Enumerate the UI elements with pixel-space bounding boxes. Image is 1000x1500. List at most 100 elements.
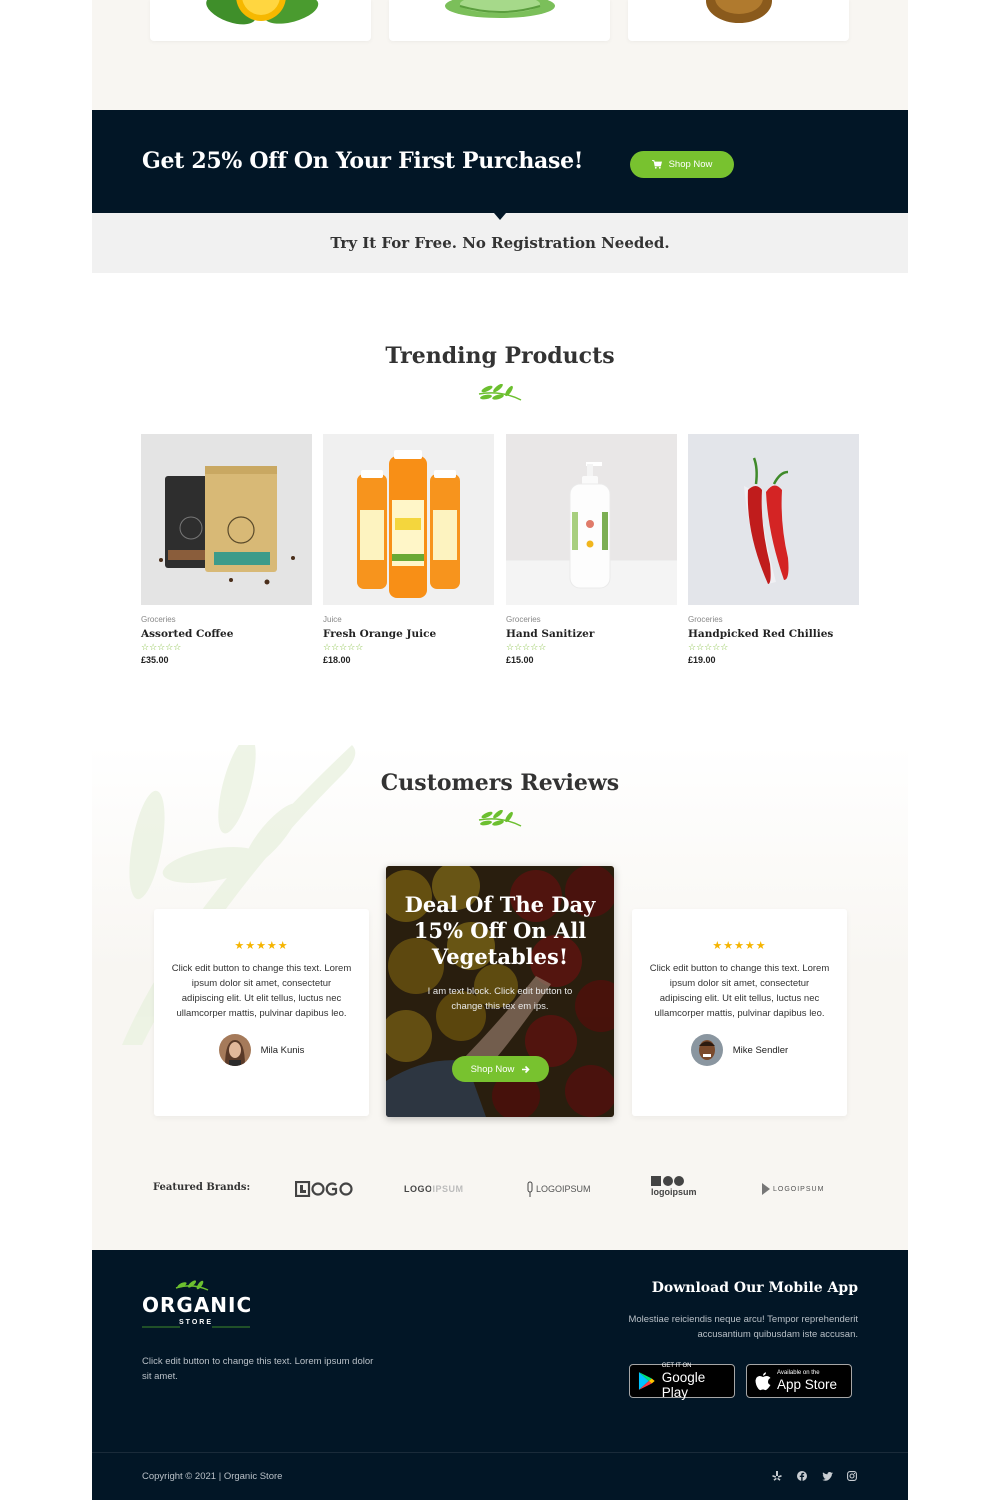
product-card[interactable]: Groceries Hand Sanitizer ☆☆☆☆☆ £15.00 <box>506 434 677 665</box>
review-author-name: Mila Kunis <box>260 1044 305 1056</box>
product-category: Groceries <box>688 615 723 624</box>
instagram-icon[interactable] <box>846 1470 858 1482</box>
avatar <box>690 1034 723 1066</box>
logo-brand-1 <box>295 1181 353 1197</box>
twitter-icon[interactable] <box>821 1470 833 1482</box>
copyright-text: Copyright © 2021 | Organic Store <box>142 1471 283 1482</box>
promo-shop-now-button[interactable]: Shop Now <box>630 151 734 178</box>
product-category: Groceries <box>141 615 176 624</box>
brand-logo[interactable] <box>295 1176 353 1202</box>
product-card[interactable]: Groceries Handpicked Red Chillies ☆☆☆☆☆ … <box>688 434 859 665</box>
product-rating: ☆☆☆☆☆ <box>323 642 364 652</box>
footer: ORGANIC STORE Click edit button to chang… <box>92 1250 908 1500</box>
lettuce-image <box>444 0 555 18</box>
review-text: Click edit button to change this text. L… <box>171 963 352 1019</box>
brand-logo[interactable]: LOGOIPSUM <box>527 1176 591 1202</box>
reviews-title: Customers Reviews <box>380 770 620 796</box>
brand-logo[interactable]: LOGOIPSUM <box>404 1176 464 1202</box>
footer-logo[interactable]: ORGANIC STORE <box>142 1280 253 1330</box>
arrow-right-icon <box>522 1065 531 1073</box>
category-card-honey[interactable] <box>628 0 849 41</box>
google-play-icon <box>638 1372 655 1390</box>
review-card: ★★★★★ Click edit button to change this t… <box>632 909 847 1116</box>
review-stars: ★★★★★ <box>234 940 289 952</box>
deal-button-label: Shop Now <box>470 1063 515 1075</box>
product-image-sanitizer[interactable] <box>506 434 677 605</box>
deal-title-line: Vegetables! <box>431 944 569 969</box>
app-download-title: Download Our Mobile App <box>651 1280 858 1296</box>
google-play-button[interactable]: GET IT ON Google Play <box>629 1362 735 1400</box>
category-card-lettuce[interactable] <box>389 0 610 41</box>
featured-brands-label: Featured Brands: <box>153 1182 251 1193</box>
product-category: Juice <box>323 615 342 624</box>
honey-jar-image <box>705 0 772 23</box>
product-rating: ☆☆☆☆☆ <box>506 642 547 652</box>
product-rating: ☆☆☆☆☆ <box>141 642 182 652</box>
category-card-lemon[interactable] <box>150 0 371 41</box>
app-store-button[interactable]: Available on the App Store <box>746 1364 852 1398</box>
yelp-icon[interactable] <box>771 1470 783 1482</box>
trending-title: Trending Products <box>385 343 615 369</box>
product-card[interactable]: Juice Fresh Orange Juice ☆☆☆☆☆ £18.00 <box>323 434 494 665</box>
logo-brand-4: logoipsum <box>651 1187 697 1197</box>
product-price: £35.00 <box>141 655 169 665</box>
logo-brand-2: LOGOIPSUM <box>404 1184 464 1194</box>
trial-text: Try It For Free. No Registration Needed. <box>330 234 670 252</box>
brand-logo[interactable]: LOGOIPSUM <box>762 1176 824 1202</box>
product-rating: ☆☆☆☆☆ <box>688 642 729 652</box>
brand-logo[interactable]: logoipsum <box>651 1176 697 1202</box>
category-section <box>92 0 908 110</box>
google-play-big: Google Play <box>661 1369 706 1400</box>
product-price: £15.00 <box>506 655 534 665</box>
product-image-chillies[interactable] <box>688 434 859 605</box>
apple-icon <box>755 1371 771 1390</box>
review-author-name: Mike Sendler <box>732 1044 789 1056</box>
google-play-small: GET IT ON <box>661 1362 692 1369</box>
product-price: £18.00 <box>323 655 351 665</box>
logo-subtext: STORE <box>179 1319 213 1326</box>
product-name[interactable]: Assorted Coffee <box>141 628 312 640</box>
review-author: Mila Kunis <box>154 1034 369 1066</box>
product-card[interactable]: Groceries Assorted Coffee ☆☆☆☆☆ £35.00 <box>141 434 312 665</box>
app-download-text: Molestiae reiciendis neque arcu! Tempor … <box>628 1314 858 1340</box>
facebook-icon[interactable] <box>796 1470 808 1482</box>
product-category: Groceries <box>506 615 541 624</box>
logo-brand-5: LOGOIPSUM <box>773 1185 825 1193</box>
brand-mark-icon <box>527 1181 533 1197</box>
product-image-orange-juice[interactable] <box>323 434 494 605</box>
app-store-small: Available on the <box>777 1370 820 1376</box>
product-price: £19.00 <box>688 655 716 665</box>
product-name[interactable]: Hand Sanitizer <box>506 628 677 640</box>
footer-divider <box>92 1452 908 1453</box>
product-name[interactable]: Handpicked Red Chillies <box>688 628 859 640</box>
brand-mark-icon <box>762 1183 770 1195</box>
promo-title: Get 25% Off On Your First Purchase! <box>142 148 584 174</box>
review-stars: ★★★★★ <box>712 940 767 952</box>
logo-text: ORGANIC <box>142 1293 253 1317</box>
review-author: Mike Sendler <box>632 1034 847 1066</box>
app-store-big: App Store <box>777 1377 838 1392</box>
promo-button-label: Shop Now <box>668 159 713 170</box>
review-card: ★★★★★ Click edit button to change this t… <box>154 909 369 1116</box>
review-text: Click edit button to change this text. L… <box>649 963 830 1019</box>
promo-banner: Get 25% Off On Your First Purchase! Shop… <box>92 110 908 213</box>
deal-text: I am text block. Click edit button to ch… <box>427 986 573 1012</box>
deal-shop-now-button[interactable]: Shop Now <box>452 1056 549 1082</box>
deal-title: Deal Of The Day 15% Off On All Vegetable… <box>386 892 614 970</box>
banner-pointer <box>494 213 506 220</box>
product-image-coffee[interactable] <box>141 434 312 605</box>
logo-brand-3: LOGOIPSUM <box>536 1184 591 1194</box>
avatar <box>218 1034 251 1066</box>
brand-mark-icon <box>651 1176 684 1186</box>
product-name[interactable]: Fresh Orange Juice <box>323 628 494 640</box>
leaf-sprig-icon <box>478 810 522 827</box>
lemon-basil-image <box>205 0 318 25</box>
deal-title-line: 15% Off On All <box>413 918 587 943</box>
leaf-sprig-icon <box>478 384 522 401</box>
social-links <box>771 1470 858 1482</box>
cart-icon <box>651 160 662 169</box>
footer-about-text: Click edit button to change this text. L… <box>142 1356 374 1382</box>
deal-title-line: Deal Of The Day <box>404 892 596 917</box>
trial-strip: Try It For Free. No Registration Needed. <box>92 213 908 273</box>
deal-of-the-day-card: Deal Of The Day 15% Off On All Vegetable… <box>386 866 614 1117</box>
